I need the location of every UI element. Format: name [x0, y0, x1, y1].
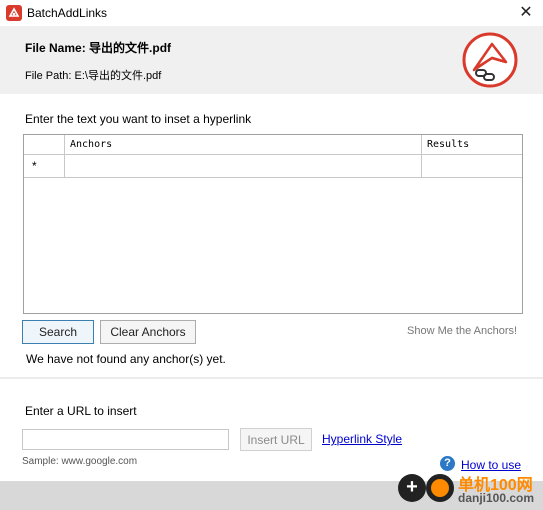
help-icon[interactable]: ? [440, 456, 455, 471]
url-sample-hint: Sample: www.google.com [22, 456, 138, 467]
row-header-column [24, 135, 65, 155]
anchor-status: We have not found any anchor(s) yet. [26, 352, 226, 366]
title-bar: BatchAddLinks ✕ [0, 0, 543, 26]
close-icon: ✕ [519, 4, 533, 21]
section-divider [0, 377, 543, 379]
anchor-instruction: Enter the text you want to inset a hyper… [25, 112, 252, 126]
table-header: Anchors Results [24, 135, 522, 155]
file-info-header: File Name: 导出的文件.pdf File Path: E:\导出的文件… [0, 26, 543, 94]
insert-url-button[interactable]: Insert URL [240, 428, 312, 451]
file-path-row: File Path: E:\导出的文件.pdf [25, 67, 161, 83]
file-name-value: 导出的文件.pdf [89, 41, 172, 55]
search-button[interactable]: Search [22, 320, 94, 344]
file-path-label: File Path: [25, 70, 72, 82]
column-header-results[interactable]: Results [422, 135, 522, 155]
watermark-plus-icon: + [398, 474, 426, 502]
window-title: BatchAddLinks [27, 6, 108, 20]
show-anchors-link[interactable]: Show Me the Anchors! [407, 325, 517, 337]
new-row-marker: * [24, 155, 65, 177]
column-header-anchors[interactable]: Anchors [65, 135, 422, 155]
hyperlink-style-link[interactable]: Hyperlink Style [322, 432, 402, 446]
close-button[interactable]: ✕ [509, 0, 543, 26]
url-label: Enter a URL to insert [25, 404, 137, 418]
watermark-circle-icon [426, 474, 454, 502]
file-path-value: E:\导出的文件.pdf [74, 70, 162, 82]
url-input[interactable] [22, 429, 229, 450]
anchors-table[interactable]: Anchors Results * [23, 134, 523, 314]
watermark: + 单机100网 danji100.com [396, 470, 543, 510]
app-logo-icon [462, 32, 518, 88]
file-name-label: File Name: [25, 41, 86, 55]
app-icon [6, 5, 22, 21]
anchor-cell[interactable] [65, 155, 422, 177]
clear-anchors-button[interactable]: Clear Anchors [100, 320, 196, 344]
table-row[interactable]: * [24, 155, 522, 178]
watermark-line2: danji100.com [458, 491, 535, 505]
result-cell[interactable] [422, 155, 522, 177]
file-name-row: File Name: 导出的文件.pdf [25, 39, 171, 56]
